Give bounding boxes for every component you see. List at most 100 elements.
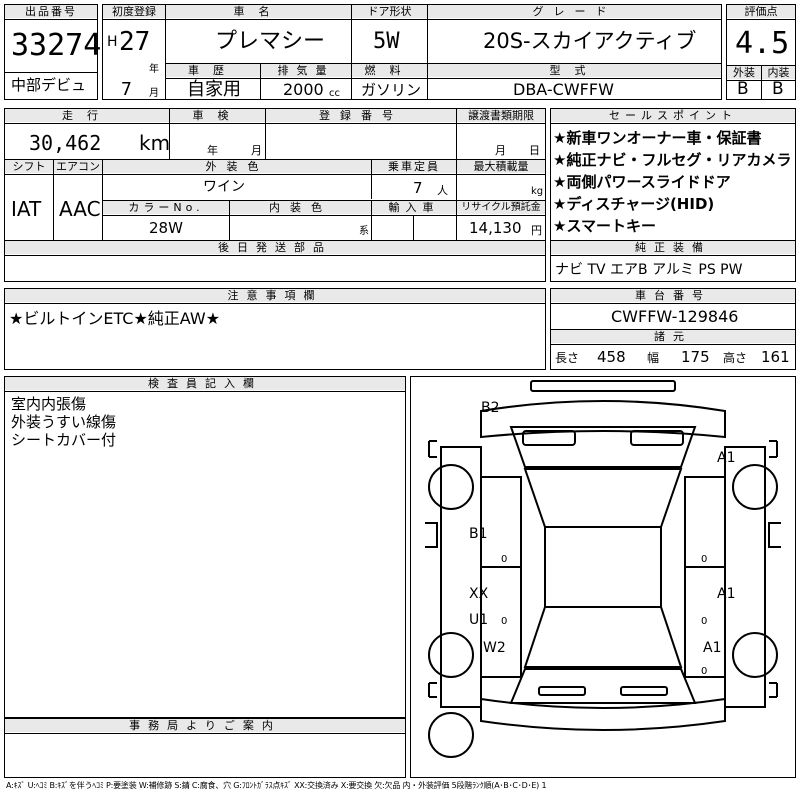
grade: 20S-スカイアクティブ bbox=[483, 29, 697, 53]
capacity: 7 bbox=[413, 179, 423, 197]
length-label: 長さ bbox=[555, 351, 580, 365]
height: 161 bbox=[761, 348, 790, 366]
score: 4.5 bbox=[735, 26, 790, 61]
load-unit: kg bbox=[531, 186, 544, 197]
panel-zero: 0 bbox=[701, 616, 708, 627]
sales-points-box: セールスポイント ★新車ワンオーナー車・保証書 ★純正ナビ・フルセグ・リアカメラ… bbox=[550, 108, 796, 242]
displacement-label: 排気量 bbox=[261, 64, 351, 77]
exterior-grade: B bbox=[737, 79, 749, 99]
office-label: 事務局よりご案内 bbox=[5, 719, 405, 732]
capacity-label: 乗車定員 bbox=[372, 160, 456, 173]
reg-month-unit: 月 bbox=[149, 88, 159, 99]
color: ワイン bbox=[203, 179, 245, 195]
damage-mark: B1 bbox=[469, 526, 488, 542]
sales-point-item: ★スマートキー bbox=[553, 217, 656, 235]
panel-zero: 0 bbox=[501, 554, 508, 565]
displacement-unit: cc bbox=[329, 88, 340, 99]
ac-label: エアコン bbox=[54, 160, 102, 173]
notes-value: ★ビルトインETC★純正AW★ bbox=[9, 309, 221, 328]
chassis-label: 車台番号 bbox=[551, 289, 795, 302]
transfer-day-unit: 日 bbox=[529, 144, 540, 157]
damage-mark: A1 bbox=[717, 450, 736, 466]
reg-year: 27 bbox=[119, 27, 151, 57]
inspection-label: 車検 bbox=[170, 109, 265, 122]
exterior-grade-label: 外装 bbox=[727, 66, 761, 79]
sales-point-item: ★ディスチャージ(HID) bbox=[553, 195, 715, 213]
car-name: プレマシー bbox=[215, 29, 326, 54]
inspector-label: 検査員記入欄 bbox=[5, 377, 405, 390]
model-label: 型式 bbox=[428, 64, 721, 77]
damage-diagram: B2 A1 B1 XX U1 A1 W2 A1 0 0 0 0 0 bbox=[410, 376, 796, 778]
panel-zero: 0 bbox=[701, 666, 708, 677]
interior-grade-label: 内装 bbox=[762, 66, 795, 79]
lot-label: 出品番号 bbox=[5, 5, 97, 18]
panel-zero: 0 bbox=[501, 616, 508, 627]
width: 175 bbox=[681, 348, 710, 366]
fuel-label: 燃料 bbox=[352, 64, 427, 77]
inspection-year-unit: 年 bbox=[207, 144, 218, 157]
transfer-label: 譲渡書類期限 bbox=[457, 109, 545, 122]
mileage-unit: km bbox=[139, 131, 171, 155]
sales-point-item: ★純正ナビ・フルセグ・リアカメラ bbox=[553, 151, 792, 169]
era: H bbox=[107, 34, 118, 50]
shift: IAT bbox=[11, 197, 42, 221]
shift-label: シフト bbox=[5, 160, 53, 173]
displacement: 2000 bbox=[283, 80, 324, 99]
equipment-value: ナビ TV エアB アルミ PS PW bbox=[555, 262, 743, 278]
sales-point-item: ★新車ワンオーナー車・保証書 bbox=[553, 129, 762, 147]
damage-mark: XX bbox=[469, 586, 489, 602]
inspector-line: 室内内張傷 bbox=[11, 395, 87, 413]
sales-points-label: セールスポイント bbox=[551, 109, 795, 122]
notes-box: 注意事項欄 ★ビルトインETC★純正AW★ bbox=[4, 288, 546, 370]
equipment-box: 純正装備 ナビ TV エアB アルミ PS PW bbox=[550, 240, 796, 282]
interior-color-label: 内装色 bbox=[230, 201, 371, 214]
inspector-line: 外装うすい線傷 bbox=[11, 413, 117, 431]
dims-label: 諸元 bbox=[551, 330, 795, 343]
fuel: ガソリン bbox=[361, 81, 422, 99]
car-outline-diagram bbox=[425, 380, 781, 758]
color-no: 28W bbox=[149, 219, 183, 237]
transfer-month-unit: 月 bbox=[495, 144, 506, 157]
sales-point-item: ★両側パワースライドドア bbox=[553, 173, 731, 191]
vehicle-detail-box: 走行 車検 登録番号 譲渡書類期限 30,462 km 年 月 月 日 シフト … bbox=[4, 108, 546, 242]
import-label: 輸入車 bbox=[372, 201, 456, 214]
history: 自家用 bbox=[187, 79, 241, 100]
inspector-line: シートカバー付 bbox=[11, 431, 117, 449]
mileage: 30,462 bbox=[29, 131, 102, 155]
damage-mark: A1 bbox=[717, 586, 736, 602]
inspection-month-unit: 月 bbox=[251, 144, 262, 157]
width-label: 幅 bbox=[647, 351, 660, 365]
lot-box: 出品番号 33274 中部デビュ bbox=[4, 4, 102, 100]
damage-mark: W2 bbox=[483, 640, 506, 656]
office-box: 事務局よりご案内 bbox=[4, 718, 406, 778]
load-label: 最大積載量 bbox=[457, 160, 545, 173]
color-no-label: カラーNo. bbox=[103, 201, 229, 214]
chassis-number: CWFFW-129846 bbox=[611, 307, 739, 326]
debut-label: 中部デビュ bbox=[11, 76, 87, 94]
capacity-unit: 人 bbox=[437, 184, 448, 197]
mileage-label: 走行 bbox=[5, 109, 169, 122]
inspector-box: 検査員記入欄 室内内張傷 外装うすい線傷 シートカバー付 bbox=[4, 376, 406, 718]
recycle-label: リサイクル預託金 bbox=[457, 201, 545, 214]
score-box: 評価点 4.5 外装 内装 B B bbox=[726, 4, 796, 100]
grade-label: グレード bbox=[428, 5, 721, 18]
interior-grade: B bbox=[772, 79, 784, 99]
vehicle-header-box: 初度登録 車名 ドア形状 グレード H 27 年 プレマシー 5W 20S-スカ… bbox=[102, 4, 722, 100]
length: 458 bbox=[597, 348, 626, 366]
first-reg-label: 初度登録 bbox=[103, 5, 165, 18]
model: DBA-CWFFW bbox=[513, 80, 614, 99]
reg-month: 7 bbox=[121, 79, 132, 100]
recycle-unit: 円 bbox=[531, 224, 542, 237]
interior-color-unit: 系 bbox=[359, 226, 369, 237]
lot-number: 33274 bbox=[11, 28, 102, 63]
reg-year-unit: 年 bbox=[149, 64, 159, 75]
damage-mark: B2 bbox=[481, 400, 500, 416]
later-parts-label: 後日発送部品 bbox=[5, 241, 545, 254]
door-type: 5W bbox=[373, 29, 400, 54]
ac: AAC bbox=[59, 197, 101, 221]
score-label: 評価点 bbox=[727, 5, 795, 18]
damage-mark: U1 bbox=[469, 612, 489, 628]
legend-text: A:ｷｽﾞ U:ﾍｺﾐ B:ｷｽﾞを伴うﾍｺﾐ P:要塗装 W:補修跡 S:錆 … bbox=[6, 781, 547, 790]
recycle: 14,130 bbox=[469, 219, 522, 237]
panel-zero: 0 bbox=[701, 554, 708, 565]
